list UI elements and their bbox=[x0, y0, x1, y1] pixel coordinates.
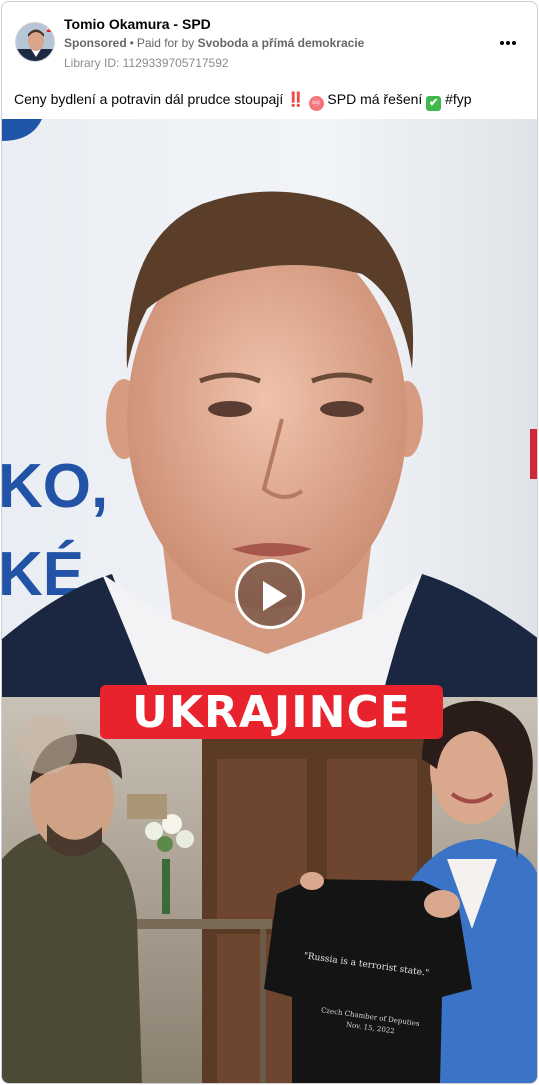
hashtag-link[interactable]: #fyp bbox=[445, 91, 471, 107]
sponsored-meta: Sponsored • Paid for by Svoboda a přímá de… bbox=[64, 36, 364, 50]
more-options-button[interactable] bbox=[492, 32, 524, 56]
page-name[interactable]: Tomio Okamura - SPD bbox=[64, 16, 211, 32]
post-caption: Ceny bydlení a potravin dál prudce stoup… bbox=[14, 91, 472, 111]
sponsored-label[interactable]: Sponsored bbox=[64, 36, 127, 50]
video-overlay-label: UKRAJINCE bbox=[100, 685, 443, 739]
caption-text: Ceny bydlení a potravin dál prudce stoup… bbox=[14, 91, 284, 107]
check-mark-icon: ✔ bbox=[426, 96, 442, 111]
avatar[interactable] bbox=[15, 22, 55, 62]
play-button[interactable] bbox=[235, 559, 305, 629]
paid-for-prefix: Paid for by bbox=[136, 36, 195, 50]
backdrop-text-1: KO, bbox=[2, 452, 108, 521]
avatar-image bbox=[16, 23, 54, 61]
play-icon bbox=[263, 581, 287, 611]
funder-name[interactable]: Svoboda a přímá demokracie bbox=[198, 36, 365, 50]
caption-middle-text: SPD má řešení bbox=[327, 91, 423, 107]
sponsored-post-card: Tomio Okamura - SPD Sponsored • Paid for b… bbox=[1, 1, 538, 1084]
more-horizontal-icon bbox=[500, 41, 504, 45]
meta-separator: • bbox=[129, 36, 134, 50]
more-horizontal-icon-dot bbox=[512, 41, 516, 45]
post-header: Tomio Okamura - SPD Sponsored • Paid for b… bbox=[2, 2, 537, 82]
more-horizontal-icon-dot bbox=[506, 41, 510, 45]
double-exclamation-icon: ‼️ bbox=[287, 91, 305, 107]
infinity-icon: ♾ bbox=[308, 96, 324, 111]
library-id: Library ID: 1129339705717592 bbox=[64, 56, 229, 70]
video-player[interactable]: KO, KÉ "Russia is a terrorist state." Cz… bbox=[2, 119, 537, 1083]
